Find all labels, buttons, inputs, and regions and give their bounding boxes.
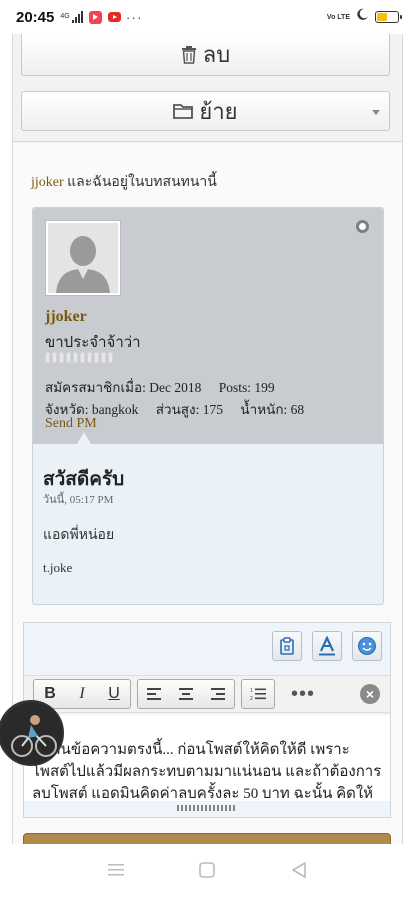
- join-date: สมัครสมาชิกเมื่อ: Dec 2018: [45, 380, 202, 395]
- send-pm-link[interactable]: Send PM: [45, 416, 97, 432]
- network-label: 4G: [60, 13, 70, 20]
- numbered-list-button[interactable]: 12: [242, 680, 274, 708]
- user-info-panel: jjoker ขาประจำจ้าว่า สมัครสมาชิกเมื่อ: D…: [33, 208, 383, 444]
- smiley-icon: [358, 637, 376, 655]
- participants-label: และฉันอยู่ในบทสนทนานี้: [63, 175, 217, 190]
- formatting-toolbar: B I U 12 ••• ×: [24, 675, 390, 713]
- chevron-down-icon: [372, 110, 380, 115]
- action-box: ลบ ย้าย: [13, 34, 402, 142]
- participants-text: jjoker และฉันอยู่ในบทสนทนานี้: [31, 171, 217, 193]
- underline-button[interactable]: U: [98, 680, 130, 708]
- conversation-content: jjoker และฉันอยู่ในบทสนทนานี้ jjoker ขาป…: [13, 143, 402, 847]
- message-body: สวัสดีครับ วันนี้, 05:17 PM แอดพี่หน่อย …: [33, 444, 383, 604]
- paste-button[interactable]: [272, 631, 302, 661]
- app-notification-icon: [88, 10, 102, 24]
- reputation-bar: [45, 352, 113, 363]
- message-date: วันนี้, 05:17 PM: [43, 494, 114, 506]
- align-left-icon: [147, 688, 161, 700]
- message-text: แอดพี่หน่อย: [43, 528, 115, 543]
- resize-handle[interactable]: [177, 805, 237, 811]
- move-label: ย้าย: [199, 98, 238, 124]
- text-style-button[interactable]: [312, 631, 342, 661]
- weight: น้ำหนัก: 68: [240, 402, 305, 417]
- avatar[interactable]: [45, 220, 121, 296]
- do-not-disturb-icon: [356, 8, 369, 26]
- participant-link[interactable]: jjoker: [31, 175, 64, 190]
- close-icon[interactable]: ×: [360, 684, 380, 704]
- more-notifications: ···: [125, 9, 143, 25]
- signature: t.joke: [43, 560, 73, 575]
- list-group: 12: [241, 679, 275, 709]
- delete-label: ลบ: [202, 42, 231, 67]
- svg-text:1: 1: [250, 688, 253, 694]
- editor-top-toolbar: [272, 631, 390, 661]
- trash-icon: [181, 45, 197, 64]
- home-icon: [199, 861, 216, 878]
- align-left-button[interactable]: [138, 680, 170, 708]
- online-status-icon: [356, 220, 369, 233]
- delete-button[interactable]: ลบ: [21, 34, 390, 76]
- clock: 20:45: [16, 8, 55, 26]
- province: จังหวัด: bangkok: [45, 402, 139, 417]
- user-title: ขาประจำจ้าว่า: [45, 335, 141, 351]
- italic-button[interactable]: I: [66, 680, 98, 708]
- back-icon: [292, 861, 306, 878]
- user-stats-row-1: สมัครสมาชิกเมื่อ: Dec 2018 Posts: 199: [45, 376, 289, 398]
- message-textarea[interactable]: ...อ่านข้อความตรงนี้... ก่อนโพสต์ให้คิดใ…: [24, 715, 390, 801]
- numbered-list-icon: 12: [250, 688, 266, 701]
- folder-icon: [173, 103, 194, 119]
- status-bar: 20:45 4G ··· Vo LTE: [0, 0, 415, 34]
- emoji-button[interactable]: [352, 631, 382, 661]
- move-button[interactable]: ย้าย: [21, 91, 390, 131]
- volte-label: Vo LTE: [326, 13, 350, 21]
- clipboard-icon: [280, 637, 294, 655]
- message-post: jjoker ขาประจำจ้าว่า สมัครสมาชิกเมื่อ: D…: [32, 207, 384, 605]
- volte-icon: Vo LTE: [327, 14, 350, 21]
- align-center-icon: [179, 688, 193, 700]
- height: ส่วนสูง: 175: [155, 402, 224, 417]
- reply-editor: B I U 12 ••• × ...อ่านข้อความตรงนี้... ก…: [23, 622, 391, 818]
- post-count: Posts: 199: [218, 380, 275, 395]
- align-right-button[interactable]: [202, 680, 234, 708]
- author-name[interactable]: jjoker: [45, 308, 87, 326]
- font-style-icon: [319, 636, 335, 656]
- home-button[interactable]: [199, 861, 216, 883]
- align-group: [137, 679, 235, 709]
- signal-icon: [71, 11, 83, 23]
- floating-chat-head[interactable]: [0, 700, 64, 766]
- recent-apps-button[interactable]: [107, 863, 124, 882]
- system-nav-bar: [0, 844, 415, 900]
- align-center-button[interactable]: [170, 680, 202, 708]
- menu-icon: [107, 863, 124, 875]
- youtube-icon: [107, 10, 121, 24]
- back-button[interactable]: [291, 861, 307, 883]
- battery-icon: [375, 11, 402, 23]
- default-avatar-icon: [48, 223, 118, 293]
- align-right-icon: [211, 688, 225, 700]
- svg-text:2: 2: [250, 696, 253, 701]
- conversation-panel: ลบ ย้าย jjoker และฉันอยู่ในบทสนทนานี้ jj…: [12, 34, 403, 847]
- network-type: 4G: [60, 13, 69, 21]
- more-options-button[interactable]: •••: [291, 683, 315, 706]
- bubble-pointer: [77, 432, 91, 444]
